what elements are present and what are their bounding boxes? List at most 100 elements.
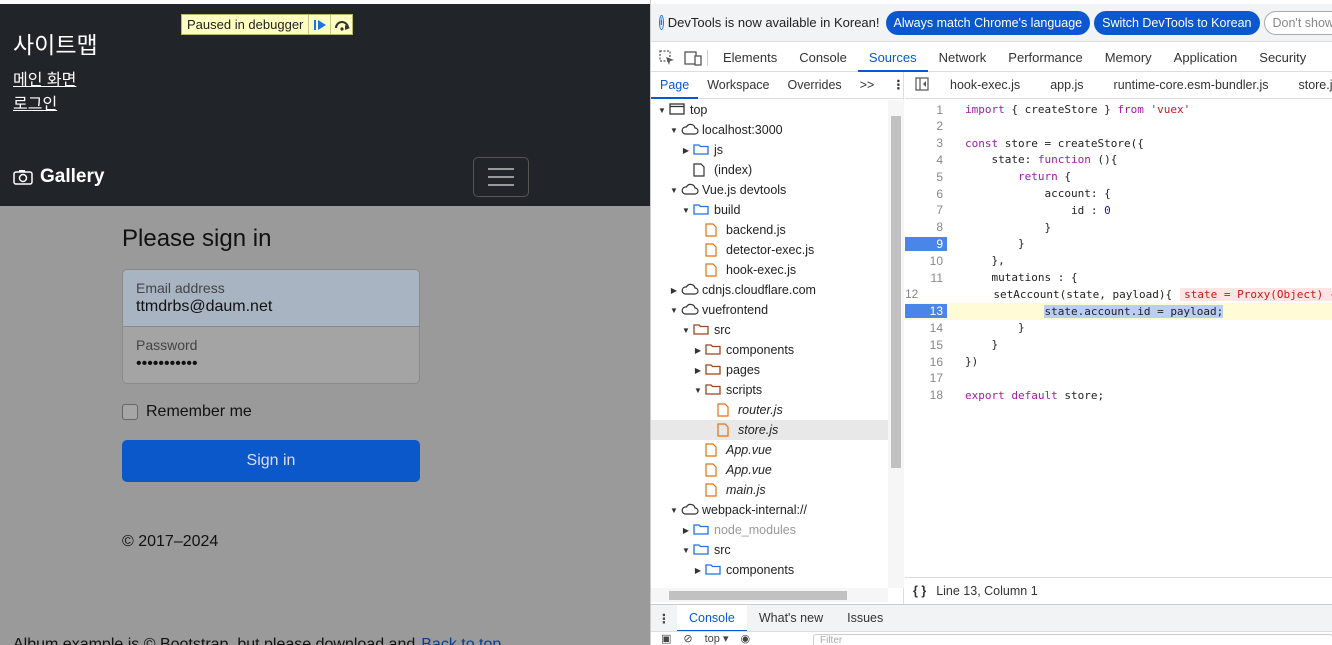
tree-vertical-scrollbar[interactable] <box>888 100 904 588</box>
drawer-menu-icon[interactable]: ⋮ <box>651 611 677 626</box>
tree-item[interactable]: ▼ src <box>651 540 888 560</box>
brand[interactable]: Gallery <box>13 166 104 188</box>
tree-item[interactable]: store.js <box>651 420 888 440</box>
match-language-button[interactable]: Always match Chrome's language <box>885 10 1091 35</box>
email-value[interactable]: ttmdrbs@daum.net <box>136 298 272 316</box>
code-line[interactable]: 11 mutations : { <box>905 269 1332 286</box>
line-number[interactable]: 12 <box>905 287 922 301</box>
link-main[interactable]: 메인 화면 <box>13 66 76 90</box>
drawer-tab-whats-new[interactable]: What's new <box>747 605 835 632</box>
tree-item[interactable]: ▼ localhost:3000 <box>651 120 888 140</box>
expanded-arrow-icon[interactable]: ▼ <box>657 106 667 115</box>
tree-item[interactable]: ▶ pages <box>651 360 888 380</box>
link-login[interactable]: 로그인 <box>13 90 57 114</box>
tab-application[interactable]: Application <box>1163 44 1249 72</box>
tree-item[interactable]: ▼ Vue.js devtools <box>651 180 888 200</box>
tree-item[interactable]: ▶ components <box>651 340 888 360</box>
console-filter-input[interactable]: Filter <box>813 634 1332 645</box>
expanded-arrow-icon[interactable]: ▼ <box>669 506 679 515</box>
expanded-arrow-icon[interactable]: ▼ <box>669 186 679 195</box>
tree-item[interactable]: (index) <box>651 160 888 180</box>
pretty-print-icon[interactable]: { } <box>913 584 926 598</box>
tab-page[interactable]: Page <box>651 72 699 99</box>
line-number[interactable]: 16 <box>905 355 947 369</box>
switch-korean-button[interactable]: Switch DevTools to Korean <box>1094 10 1260 35</box>
tree-item[interactable]: ▼ webpack-internal:// <box>651 500 888 520</box>
code-line[interactable]: 17 <box>905 370 1332 387</box>
code-line[interactable]: 15 } <box>905 336 1332 353</box>
code-editor[interactable]: 1 import { createStore } from 'vuex' 2 3 con… <box>905 101 1332 577</box>
code-line[interactable]: 6 account: { <box>905 185 1332 202</box>
code-line[interactable]: 3 const store = createStore({ <box>905 135 1332 152</box>
tab-network[interactable]: Network <box>928 44 998 72</box>
sidebar-toggle-icon[interactable]: ▣ <box>661 632 671 645</box>
drawer-tab-issues[interactable]: Issues <box>835 605 895 632</box>
tree-item[interactable]: hook-exec.js <box>651 260 888 280</box>
code-line[interactable]: 16}) <box>905 353 1332 370</box>
code-line[interactable]: 1 import { createStore } from 'vuex' <box>905 101 1332 118</box>
tab-console[interactable]: Console <box>788 44 858 72</box>
code-line[interactable]: 7 id : 0 <box>905 202 1332 219</box>
tree-item[interactable]: App.vue <box>651 460 888 480</box>
line-number[interactable]: 2 <box>905 119 947 133</box>
tab-workspace[interactable]: Workspace <box>698 72 778 99</box>
tree-item[interactable]: ▶ js <box>651 140 888 160</box>
device-toolbar-icon[interactable] <box>683 48 703 68</box>
tree-item[interactable]: ▼ scripts <box>651 380 888 400</box>
breakpoint-line-number[interactable]: 13 <box>905 304 947 319</box>
tab-performance[interactable]: Performance <box>997 44 1093 72</box>
tree-item[interactable]: ▶ components <box>651 560 888 580</box>
breakpoint-line-number[interactable]: 9 <box>905 236 947 251</box>
collapsed-arrow-icon[interactable]: ▶ <box>681 146 691 155</box>
tab-security[interactable]: Security <box>1248 44 1317 72</box>
clear-console-icon[interactable]: ⊘ <box>683 632 692 645</box>
line-number[interactable]: 4 <box>905 153 947 167</box>
back-to-top-link[interactable]: Back to top <box>421 636 501 645</box>
tab-elements[interactable]: Elements <box>712 44 788 72</box>
expanded-arrow-icon[interactable]: ▼ <box>693 386 703 395</box>
expanded-arrow-icon[interactable]: ▼ <box>681 206 691 215</box>
editor-tab-app[interactable]: app.js <box>1035 78 1098 92</box>
tab-overrides[interactable]: Overrides <box>779 72 851 99</box>
collapsed-arrow-icon[interactable]: ▶ <box>669 286 679 295</box>
tree-item[interactable]: ▼ vuefrontend <box>651 300 888 320</box>
code-line[interactable]: 12 setAccount(state, payload){state = Pr… <box>905 286 1332 303</box>
password-field[interactable]: Password ••••••••••• <box>122 326 420 384</box>
code-line[interactable]: 8 } <box>905 219 1332 236</box>
tree-item[interactable]: ▼ src <box>651 320 888 340</box>
tree-horizontal-scrollbar[interactable] <box>651 588 888 602</box>
tree-item[interactable]: ▼ build <box>651 200 888 220</box>
remember-checkbox[interactable] <box>122 404 138 420</box>
password-value[interactable]: ••••••••••• <box>136 355 198 373</box>
context-selector[interactable]: top ▾ <box>705 632 729 645</box>
line-number[interactable]: 11 <box>905 271 947 285</box>
code-line[interactable]: 2 <box>905 118 1332 135</box>
line-number[interactable]: 14 <box>905 321 947 335</box>
drawer-tab-console[interactable]: Console <box>677 604 747 632</box>
remember-me[interactable]: Remember me <box>122 403 252 421</box>
line-number[interactable]: 6 <box>905 187 947 201</box>
expanded-arrow-icon[interactable]: ▼ <box>681 326 691 335</box>
line-number[interactable]: 3 <box>905 136 947 150</box>
code-line[interactable]: 13 state.account.id = payload; <box>905 302 1332 320</box>
signin-button[interactable]: Sign in <box>122 440 420 482</box>
expanded-arrow-icon[interactable]: ▼ <box>681 546 691 555</box>
line-number[interactable]: 5 <box>905 170 947 184</box>
line-number[interactable]: 7 <box>905 203 947 217</box>
collapsed-arrow-icon[interactable]: ▶ <box>693 346 703 355</box>
code-line[interactable]: 9 } <box>905 235 1332 252</box>
resume-icon[interactable] <box>308 15 330 34</box>
collapsed-arrow-icon[interactable]: ▶ <box>693 366 703 375</box>
expanded-arrow-icon[interactable]: ▼ <box>669 306 679 315</box>
code-line[interactable]: 18 export default store; <box>905 387 1332 404</box>
code-line[interactable]: 4 state: function (){ <box>905 151 1332 168</box>
tree-item[interactable]: ▶ node_modules <box>651 520 888 540</box>
tree-item[interactable]: router.js <box>651 400 888 420</box>
toggle-navigator-icon[interactable] <box>905 76 935 94</box>
tree-item[interactable]: App.vue <box>651 440 888 460</box>
tab-memory[interactable]: Memory <box>1094 44 1163 72</box>
collapsed-arrow-icon[interactable]: ▶ <box>693 566 703 575</box>
collapsed-arrow-icon[interactable]: ▶ <box>681 526 691 535</box>
code-line[interactable]: 5 return { <box>905 168 1332 185</box>
email-field[interactable]: Email address ttmdrbs@daum.net <box>122 269 420 327</box>
